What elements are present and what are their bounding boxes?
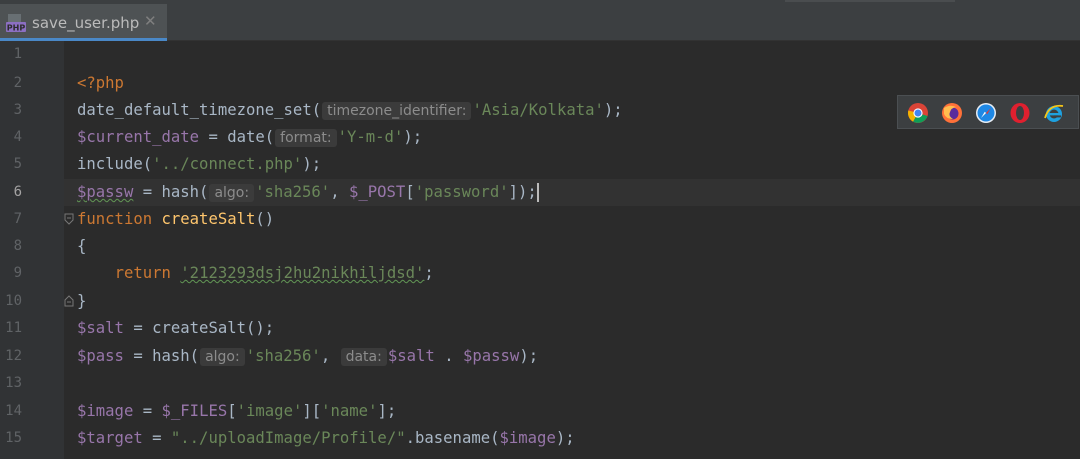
close-icon[interactable]: ✕ [144, 12, 157, 30]
param-hint: format: [275, 129, 337, 147]
tab-filename: save_user.php [32, 14, 140, 32]
code-line-2: <?php [77, 74, 124, 92]
line-number: 2 [13, 75, 22, 91]
line-number: 10 [5, 293, 22, 309]
line-number: 3 [13, 102, 22, 118]
fold-end-icon[interactable] [64, 295, 74, 307]
code-line-4: $current_date = date(format: 'Y-m-d'); [77, 128, 423, 147]
code-line-7: function createSalt() [77, 210, 275, 228]
param-hint: timezone_identifier: [322, 102, 472, 120]
svg-text:PHP: PHP [7, 24, 26, 33]
text-caret [536, 183, 539, 202]
editor-tab-bar: PHP save_user.php ✕ [0, 0, 1080, 41]
line-number: 13 [5, 375, 22, 391]
code-line-3: date_default_timezone_set(timezone_ident… [77, 101, 623, 120]
line-number: 4 [13, 129, 22, 145]
tab-bar-divider [785, 0, 955, 2]
line-number: 12 [5, 348, 22, 364]
line-number: 8 [13, 238, 22, 254]
line-number: 5 [13, 156, 22, 172]
line-number: 11 [5, 320, 22, 336]
code-line-10: } [77, 292, 87, 310]
code-line-8: { [77, 237, 87, 255]
safari-icon[interactable] [975, 102, 997, 124]
opera-icon[interactable] [1009, 102, 1031, 124]
code-line-6: $passw = hash(algo:'sha256', $_POST['pas… [77, 183, 539, 202]
param-hint: algo: [209, 184, 255, 202]
param-hint: data: [340, 348, 387, 366]
line-number: 6 [13, 184, 22, 200]
tab-save-user-php[interactable]: PHP save_user.php ✕ [0, 4, 167, 41]
browser-preview-toolbar [897, 95, 1079, 129]
line-number: 15 [5, 430, 22, 446]
php-file-icon: PHP [6, 14, 26, 33]
code-line-5: include('../connect.php'); [77, 155, 322, 173]
line-number: 7 [13, 211, 22, 227]
code-line-9: return '2123293dsj2hu2nikhiljdsd'; [114, 264, 434, 282]
chrome-icon[interactable] [907, 102, 929, 124]
code-line-11: $salt = createSalt(); [77, 319, 275, 337]
code-line-15: $target = "../uploadImage/Profile/".base… [77, 429, 575, 447]
line-number: 9 [13, 265, 22, 281]
firefox-icon[interactable] [941, 102, 963, 124]
param-hint: algo: [200, 348, 245, 366]
line-number: 1 [13, 46, 22, 62]
fold-start-icon[interactable] [64, 213, 74, 225]
ie-icon[interactable] [1043, 102, 1065, 124]
code-line-12: $pass = hash(algo:'sha256', data: $salt .… [77, 347, 539, 366]
code-line-14: $image = $_FILES['image']['name']; [77, 402, 397, 420]
line-number: 14 [5, 403, 22, 419]
